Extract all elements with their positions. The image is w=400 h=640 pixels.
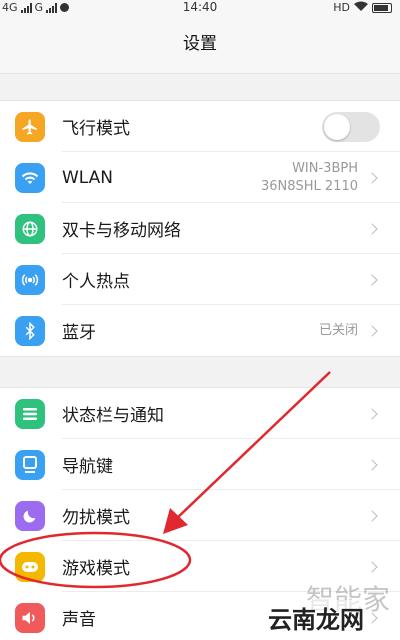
airplane-mode-toggle[interactable]	[322, 111, 380, 142]
settings-row-label: 状态栏与通知	[62, 406, 164, 426]
settings-row-hotspot[interactable]: 个人热点	[0, 254, 400, 305]
navigation-icon	[15, 449, 45, 480]
chevron-right-icon	[366, 560, 378, 573]
chevron-right-icon	[366, 222, 378, 235]
chevron-right-icon	[366, 458, 378, 471]
notification-icon	[15, 398, 45, 429]
chevron-right-icon	[366, 171, 378, 184]
wlan-network-name: WIN-3BPH 36N8SHL 2110	[261, 160, 358, 195]
moon-icon	[15, 500, 45, 531]
bluetooth-icon	[15, 315, 45, 346]
settings-row-label: 导航键	[62, 457, 113, 477]
chevron-right-icon	[366, 509, 378, 522]
settings-row-status-bar-notifications[interactable]: 状态栏与通知	[0, 388, 400, 439]
settings-row-do-not-disturb[interactable]: 勿扰模式	[0, 490, 400, 541]
speaker-icon	[15, 602, 45, 633]
chevron-right-icon	[366, 407, 378, 420]
bluetooth-status: 已关闭	[318, 322, 358, 338]
settings-row-dual-sim[interactable]: 双卡与移动网络	[0, 203, 400, 254]
airplane-icon	[15, 111, 45, 142]
status-bar: 4G G 14:40 HD	[0, 0, 400, 16]
settings-row-label: 双卡与移动网络	[62, 221, 181, 241]
wifi-status-icon	[354, 1, 368, 14]
watermark-logo-text: 云南龙网	[266, 600, 366, 635]
settings-row-label: 飞行模式	[62, 119, 130, 139]
settings-row-label: 勿扰模式	[62, 508, 130, 528]
status-right: HD	[333, 1, 392, 14]
gamepad-icon	[15, 551, 45, 582]
settings-row-label: 蓝牙	[62, 323, 96, 343]
chevron-right-icon	[366, 273, 378, 286]
hotspot-icon	[15, 264, 45, 295]
settings-row-wlan[interactable]: WLAN WIN-3BPH 36N8SHL 2110	[0, 152, 400, 203]
battery-icon	[372, 2, 392, 13]
settings-row-airplane-mode[interactable]: 飞行模式	[0, 101, 400, 152]
wlan-name-line1: WIN-3BPH	[292, 160, 358, 176]
globe-icon	[15, 213, 45, 244]
settings-row-label: 个人热点	[62, 272, 130, 292]
chevron-right-icon	[366, 324, 378, 337]
page-title: 设置	[0, 16, 400, 74]
hd-label: HD	[333, 1, 350, 14]
settings-row-label: 游戏模式	[62, 559, 130, 579]
wifi-icon	[15, 162, 45, 193]
wlan-name-line2: 36N8SHL 2110	[260, 178, 358, 194]
settings-row-navigation-keys[interactable]: 导航键	[0, 439, 400, 490]
settings-row-label: WLAN	[62, 167, 114, 188]
settings-group-connectivity: 飞行模式 WLAN WIN-3BPH 36N8SHL 2110 双卡与移动网络 …	[0, 100, 400, 357]
settings-row-bluetooth[interactable]: 蓝牙 已关闭	[0, 305, 400, 356]
